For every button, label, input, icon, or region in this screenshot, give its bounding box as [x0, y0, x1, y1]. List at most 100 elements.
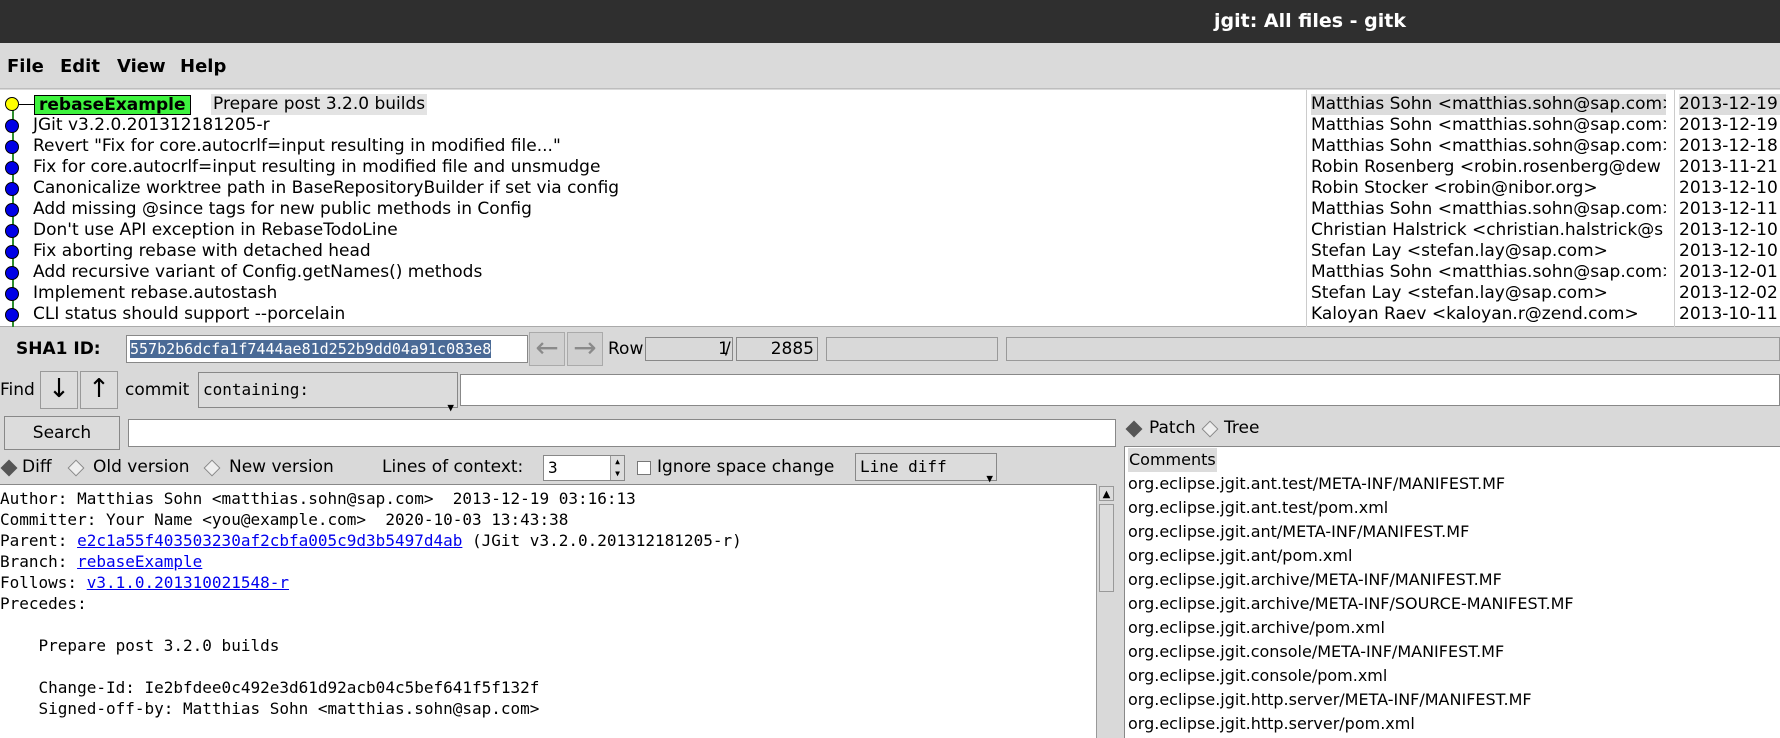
- file-item[interactable]: org.eclipse.jgit.archive/META-INF/MANIFE…: [1128, 568, 1502, 592]
- find-down-arrow-icon[interactable]: ↓: [40, 371, 78, 409]
- date-cell[interactable]: 2013-12-19: [1679, 94, 1780, 115]
- author-cell[interactable]: Matthias Sohn <matthias.sohn@sap.com>: [1311, 136, 1666, 157]
- new-version-radio[interactable]: [203, 459, 221, 477]
- commit-node[interactable]: [5, 140, 19, 154]
- author-cell[interactable]: Kaloyan Raev <kaloyan.r@zend.com>: [1311, 304, 1639, 325]
- forward-arrow-icon[interactable]: →: [567, 332, 603, 366]
- date-cell[interactable]: 2013-12-19: [1679, 115, 1778, 136]
- commit-row[interactable]: Don't use API exception in RebaseTodoLin…: [33, 220, 398, 241]
- find-type-label[interactable]: commit: [125, 380, 189, 400]
- details-scrollbar[interactable]: ▲: [1096, 484, 1116, 738]
- date-cell[interactable]: 2013-12-10: [1679, 241, 1778, 262]
- author-cell[interactable]: Matthias Sohn <matthias.sohn@sap.com>: [1311, 262, 1666, 283]
- row-current: 1: [645, 337, 733, 361]
- menu-file[interactable]: File: [7, 56, 44, 77]
- date-cell[interactable]: 2013-12-10: [1679, 178, 1778, 199]
- date-cell[interactable]: 2013-11-21: [1679, 157, 1778, 178]
- commit-row[interactable]: Canonicalize worktree path in BaseReposi…: [33, 178, 619, 199]
- commit-node[interactable]: [5, 203, 19, 217]
- commit-node[interactable]: [5, 287, 19, 301]
- commit-row[interactable]: Add missing @since tags for new public m…: [33, 199, 532, 220]
- file-item[interactable]: org.eclipse.jgit.archive/pom.xml: [1128, 616, 1385, 640]
- find-up-arrow-icon[interactable]: ↑: [80, 371, 118, 409]
- commit-node[interactable]: [5, 224, 19, 238]
- search-button[interactable]: Search: [4, 416, 120, 450]
- context-spinner[interactable]: 3 ▲ ▼: [543, 455, 625, 481]
- scroll-thumb[interactable]: [1099, 504, 1114, 592]
- find-label: Find: [0, 380, 35, 400]
- search-input[interactable]: [128, 419, 1116, 447]
- detail-committer: Committer: Your Name <you@example.com> 2…: [0, 510, 569, 529]
- commit-row[interactable]: Fix aborting rebase with detached head: [33, 241, 371, 262]
- diff-label: Diff: [22, 457, 52, 477]
- line-diff-dropdown[interactable]: Line diff ▼: [855, 453, 997, 485]
- context-value: 3: [548, 458, 558, 477]
- file-item[interactable]: org.eclipse.jgit.http.server/META-INF/MA…: [1128, 688, 1532, 712]
- patch-radio[interactable]: [1125, 420, 1143, 438]
- author-cell[interactable]: Robin Rosenberg <robin.rosenberg@dew: [1311, 157, 1661, 178]
- date-cell[interactable]: 2013-10-11: [1679, 304, 1778, 325]
- spinner-arrows-icon[interactable]: ▲ ▼: [610, 456, 624, 480]
- branch-tag[interactable]: rebaseExample: [34, 95, 191, 115]
- commit-row[interactable]: Revert "Fix for core.autocrlf=input resu…: [33, 136, 561, 157]
- commit-node[interactable]: [5, 245, 19, 259]
- file-item[interactable]: org.eclipse.jgit.http.server/pom.xml: [1128, 712, 1415, 736]
- old-version-radio[interactable]: [67, 459, 85, 477]
- file-list-comments[interactable]: Comments: [1128, 448, 1217, 472]
- commit-node[interactable]: [5, 161, 19, 175]
- commit-row[interactable]: Fix for core.autocrlf=input resulting in…: [33, 157, 600, 178]
- file-item[interactable]: org.eclipse.jgit.ant.test/META-INF/MANIF…: [1128, 472, 1505, 496]
- diff-radio[interactable]: [0, 459, 18, 477]
- commit-node[interactable]: [5, 182, 19, 196]
- author-cell[interactable]: Matthias Sohn <matthias.sohn@sap.com>: [1311, 199, 1666, 220]
- commit-node-current[interactable]: [5, 97, 19, 111]
- find-input[interactable]: [460, 374, 1780, 406]
- date-cell[interactable]: 2013-12-18: [1679, 136, 1778, 157]
- commit-row[interactable]: Add recursive variant of Config.getNames…: [33, 262, 482, 283]
- date-cell[interactable]: 2013-12-10: [1679, 220, 1778, 241]
- detail-change-id: Change-Id: Ie2bfdee0c492e3d61d92acb04c5b…: [0, 678, 540, 697]
- commit-node[interactable]: [5, 308, 19, 322]
- file-item[interactable]: org.eclipse.jgit.console/META-INF/MANIFE…: [1128, 640, 1504, 664]
- branch-link[interactable]: rebaseExample: [77, 552, 202, 571]
- status-box: [826, 337, 998, 361]
- scroll-up-icon[interactable]: ▲: [1099, 486, 1114, 501]
- file-list: Comments org.eclipse.jgit.ant.test/META-…: [1124, 446, 1780, 738]
- sha-input[interactable]: 557b2b6dcfa1f7444ae81d252b9dd04a91c083e8: [126, 335, 528, 363]
- commit-node[interactable]: [5, 119, 19, 133]
- commit-row[interactable]: JGit v3.2.0.201312181205-r: [33, 115, 270, 136]
- date-cell[interactable]: 2013-12-11: [1679, 199, 1778, 220]
- new-version-label: New version: [229, 457, 334, 477]
- author-cell[interactable]: Robin Stocker <robin@nibor.org>: [1311, 178, 1598, 199]
- author-cell[interactable]: Christian Halstrick <christian.halstrick…: [1311, 220, 1663, 241]
- date-cell[interactable]: 2013-12-02: [1679, 283, 1778, 304]
- window-title: jgit: All files - gitk: [1214, 10, 1407, 32]
- file-item[interactable]: org.eclipse.jgit.ant/META-INF/MANIFEST.M…: [1128, 520, 1469, 544]
- find-mode-dropdown[interactable]: containing: ▼: [198, 372, 458, 414]
- commit-row[interactable]: Prepare post 3.2.0 builds: [211, 94, 428, 115]
- menu-edit[interactable]: Edit: [60, 56, 100, 77]
- file-item[interactable]: org.eclipse.jgit.console/pom.xml: [1128, 664, 1387, 688]
- file-item[interactable]: org.eclipse.jgit.ant/pom.xml: [1128, 544, 1352, 568]
- commit-row[interactable]: CLI status should support --porcelain: [33, 304, 345, 325]
- title-bar: jgit: All files - gitk: [0, 0, 1780, 43]
- file-item[interactable]: org.eclipse.jgit.ant.test/pom.xml: [1128, 496, 1388, 520]
- commit-row[interactable]: Implement rebase.autostash: [33, 283, 277, 304]
- menu-help[interactable]: Help: [180, 56, 226, 77]
- file-item[interactable]: org.eclipse.jgit.archive/META-INF/SOURCE…: [1128, 592, 1574, 616]
- author-cell[interactable]: Stefan Lay <stefan.lay@sap.com>: [1311, 241, 1608, 262]
- menu-view[interactable]: View: [117, 56, 166, 77]
- detail-author: Author: Matthias Sohn <matthias.sohn@sap…: [0, 489, 636, 508]
- parent-hash-link[interactable]: e2c1a55f403503230af2cbfa005c9d3b5497d4ab: [77, 531, 462, 550]
- back-arrow-icon[interactable]: ←: [529, 332, 565, 366]
- author-cell[interactable]: Matthias Sohn <matthias.sohn@sap.com>: [1311, 115, 1666, 136]
- row-label: Row: [608, 339, 644, 359]
- commit-node[interactable]: [5, 266, 19, 280]
- author-cell[interactable]: Matthias Sohn <matthias.sohn@sap.com>: [1311, 94, 1666, 115]
- tree-radio[interactable]: [1201, 420, 1219, 438]
- ignore-space-checkbox[interactable]: [637, 461, 651, 475]
- author-cell[interactable]: Stefan Lay <stefan.lay@sap.com>: [1311, 283, 1608, 304]
- follows-link[interactable]: v3.1.0.201310021548-r: [87, 573, 289, 592]
- tag-connector: [19, 104, 34, 105]
- date-cell[interactable]: 2013-12-01: [1679, 262, 1778, 283]
